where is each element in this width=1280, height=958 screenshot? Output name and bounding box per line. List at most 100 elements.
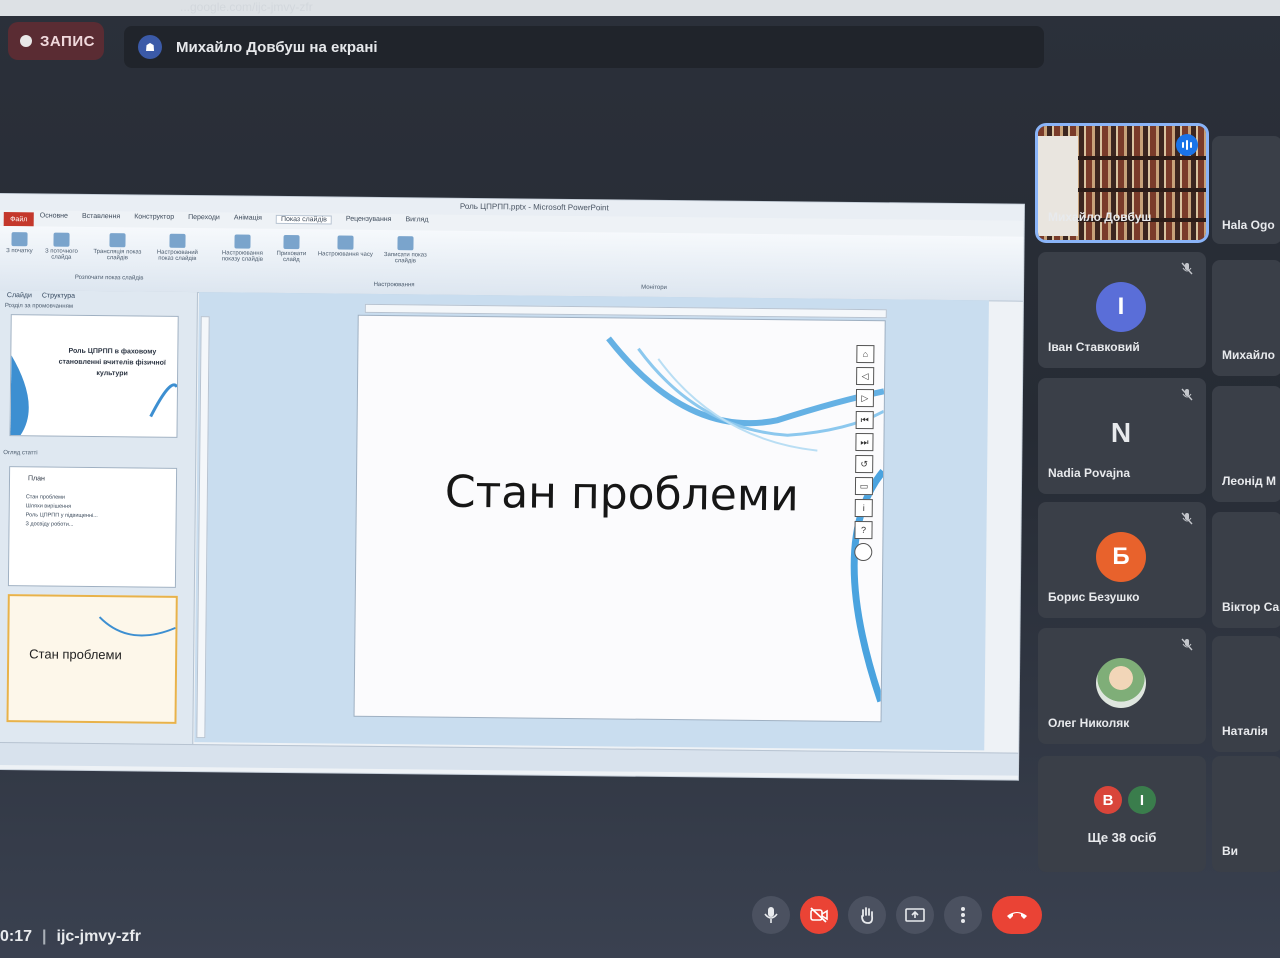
group-monitors-label: Монітори	[641, 284, 667, 291]
record-label: ЗАПИС	[40, 32, 95, 50]
thumb-1-title: Роль ЦПРПП в фаховому становленні вчител…	[58, 347, 166, 378]
recording-indicator: ЗАПИС	[8, 22, 104, 60]
present-screen-button[interactable]	[896, 896, 934, 934]
thumb-2-list: Стан проблеми Шляхи вирішення Роль ЦПРПП…	[25, 494, 98, 528]
tile-participant[interactable]: І Іван Ставковий	[1038, 252, 1206, 368]
tile-presenter[interactable]: Михайло Довбуш	[1038, 126, 1206, 240]
return-icon[interactable]: ↺	[855, 454, 874, 474]
ppt-window-title: Роль ЦПРПП.pptx - Microsoft PowerPoint	[459, 201, 609, 213]
participant-name: Віктор Са	[1222, 600, 1280, 614]
ppt-tab-slideshow[interactable]: Показ слайдів	[275, 214, 332, 225]
slide-thumb-2[interactable]: План Стан проблеми Шляхи вирішення Роль …	[7, 466, 178, 588]
ppt-tab-animation[interactable]: Анімація	[234, 214, 262, 223]
more-vertical-icon	[961, 907, 965, 923]
help-icon[interactable]: ?	[854, 520, 873, 540]
more-options-button[interactable]	[944, 896, 982, 934]
hangup-icon	[1007, 912, 1027, 919]
vertical-ruler	[196, 316, 210, 739]
tile-participant[interactable]: Олег Николяк	[1038, 628, 1206, 744]
more-avatars: В І	[1094, 786, 1156, 814]
meeting-time: 0:17	[0, 928, 33, 945]
slide-thumb-3[interactable]: Стан проблеми	[6, 594, 178, 724]
url-fragment: ...google.com/ijc-jmvy-zfr	[180, 0, 313, 14]
tile-partial[interactable]: Hala Ogo	[1212, 136, 1280, 244]
participant-name: Борис Безушко	[1048, 590, 1140, 604]
tab-outline[interactable]: Структура	[42, 292, 75, 299]
document-icon[interactable]: ▭	[854, 476, 874, 496]
first-icon[interactable]: ⏮	[855, 410, 874, 430]
ppt-ribbon-tabs: Основне Вставлення Конструктор Переходи …	[40, 212, 429, 225]
circle-icon[interactable]	[854, 542, 873, 562]
timings-button[interactable]: Настроювання часу	[317, 235, 373, 258]
setup-icon	[234, 234, 251, 249]
hand-icon	[861, 907, 874, 924]
camera-off-icon	[810, 907, 828, 923]
last-icon[interactable]: ⏭	[855, 432, 874, 452]
participant-name: Hala Ogo	[1222, 218, 1275, 232]
section-default[interactable]: Розділ за промовчанням	[0, 301, 197, 313]
slide-thumb-1[interactable]: Роль ЦПРПП в фаховому становленні вчител…	[9, 314, 179, 438]
raise-hand-button[interactable]	[848, 896, 886, 934]
section-overview[interactable]: Огляд статті	[0, 448, 44, 458]
tab-slides[interactable]: Слайди	[7, 292, 32, 299]
participant-name: Ви	[1222, 844, 1239, 858]
home-icon[interactable]: ⌂	[856, 344, 875, 364]
mic-off-icon	[1181, 512, 1193, 525]
participant-name: Nadia Povajna	[1048, 466, 1131, 480]
thumb-3-title: Стан проблеми	[29, 646, 122, 663]
ppt-tab-review[interactable]: Рецензування	[346, 216, 392, 225]
tile-more-participants[interactable]: В І Ще 38 осіб	[1038, 756, 1206, 872]
tile-participant[interactable]: N Nadia Povajna	[1038, 378, 1206, 494]
participant-name: Наталія	[1222, 724, 1268, 738]
from-start-button[interactable]: З початку	[3, 232, 35, 254]
ppt-tab-transitions[interactable]: Переходи	[188, 214, 220, 223]
ppt-tab-insert[interactable]: Вставлення	[82, 213, 120, 222]
tile-partial[interactable]: Віктор Са	[1212, 512, 1280, 628]
meeting-info: 0:17 | ijc-jmvy-zfr	[0, 928, 141, 946]
record-show-button[interactable]: Записати показ слайдів	[379, 236, 431, 265]
ppt-file-tab[interactable]: Файл	[3, 212, 34, 227]
hide-slide-icon	[283, 234, 300, 250]
slideshow-icon	[11, 232, 28, 247]
mini-avatar: В	[1094, 786, 1122, 814]
separator: |	[42, 928, 47, 945]
timings-icon	[337, 235, 354, 250]
shared-screen: Роль ЦПРПП.pptx - Microsoft PowerPoint Ф…	[0, 194, 1024, 780]
presenting-banner: ☗ Михайло Довбуш на екрані	[124, 26, 1044, 68]
ppt-tab-design[interactable]: Конструктор	[134, 213, 174, 222]
tile-partial[interactable]: Михайло	[1212, 260, 1280, 376]
participant-name: Олег Николяк	[1048, 716, 1130, 730]
leave-call-button[interactable]	[992, 896, 1042, 934]
hide-slide-button[interactable]: Приховати слайд	[271, 234, 311, 263]
from-current-button[interactable]: З поточного слайда	[39, 232, 83, 261]
back-icon[interactable]: ◁	[856, 366, 875, 386]
mic-icon	[764, 907, 778, 923]
broadcast-button[interactable]: Трансляція показ слайдів	[91, 233, 143, 262]
avatar-photo	[1096, 658, 1146, 708]
tile-self[interactable]: Ви	[1212, 756, 1280, 872]
avatar: N	[1110, 417, 1132, 448]
setup-show-button[interactable]: Настроювання показу слайдів	[215, 234, 269, 263]
mini-avatar: І	[1128, 786, 1156, 814]
slide-title[interactable]: Стан проблеми	[445, 467, 799, 522]
ppt-tab-view[interactable]: Вигляд	[405, 216, 428, 225]
tile-partial[interactable]: Леонід М	[1212, 386, 1280, 502]
avatar: Б	[1096, 532, 1146, 582]
ppt-ribbon: З початку З поточного слайда Трансляція …	[0, 225, 1024, 302]
thumb-2-title: План	[27, 475, 45, 483]
custom-show-button[interactable]: Настроюваний показ слайдів	[149, 233, 205, 263]
tile-participant[interactable]: Б Борис Безушко	[1038, 502, 1206, 618]
forward-icon[interactable]: ▷	[855, 388, 875, 408]
participant-name: Іван Ставковий	[1048, 340, 1140, 354]
present-icon	[905, 908, 925, 922]
camera-off-button[interactable]	[800, 896, 838, 934]
mic-off-icon	[1181, 638, 1193, 651]
ppt-tab-home[interactable]: Основне	[40, 212, 68, 221]
tile-partial[interactable]: Наталія	[1212, 636, 1280, 752]
group-start-label: Розпочати показ слайдів	[74, 274, 144, 282]
avatar: І	[1096, 282, 1146, 332]
participant-name: Михайло	[1222, 348, 1275, 362]
mic-button[interactable]	[752, 896, 790, 934]
info-icon[interactable]: i	[854, 498, 873, 518]
current-slide[interactable]: Стан проблеми ⌂ ◁ ▷ ⏮ ⏭ ↺ ▭ i ?	[354, 315, 885, 722]
